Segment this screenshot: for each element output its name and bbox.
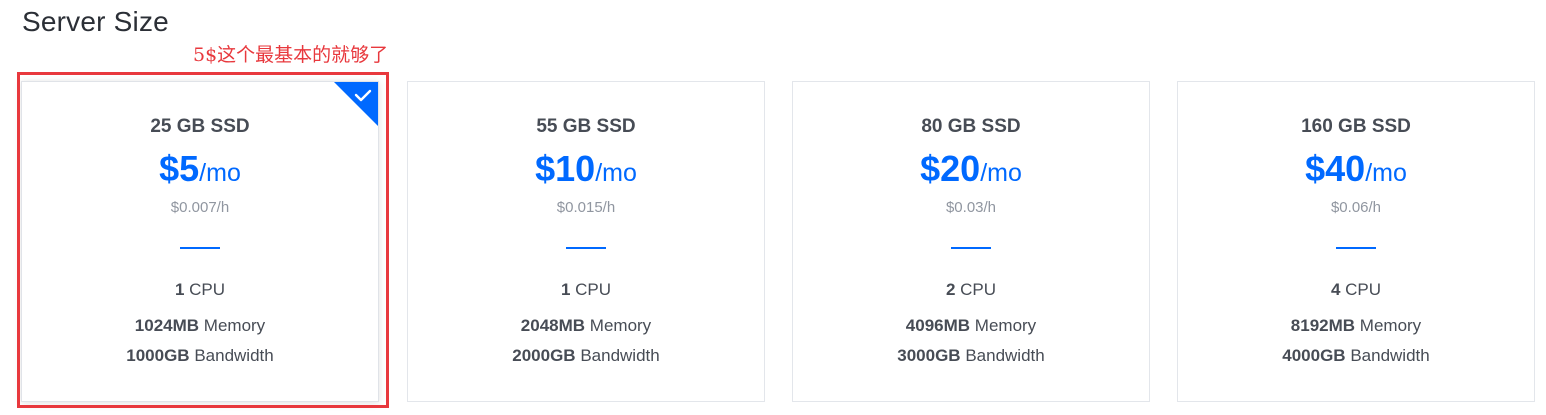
plan-price-unit: /mo: [1365, 159, 1407, 187]
plan-price-unit: /mo: [980, 159, 1022, 187]
plan-disk: 80 GB SSD: [921, 116, 1021, 137]
plan-memory-label: Memory: [970, 316, 1037, 335]
plan-memory-value: 8192MB: [1290, 316, 1356, 335]
plan-bandwidth-label: Bandwidth: [1345, 346, 1430, 365]
plan-hourly-price: $0.06/h: [1330, 199, 1382, 216]
plan-price: $5/mo: [22, 148, 378, 190]
plan-price-unit: /mo: [595, 159, 637, 187]
plan-cpu: 2 CPU: [793, 280, 1149, 300]
plan-cpu-count: 2: [945, 280, 956, 299]
plan-hourly-price: $0.015/h: [556, 199, 616, 216]
plan-memory-value: 1024MB: [134, 316, 200, 335]
plan-disk: 55 GB SSD: [536, 116, 636, 137]
plan-memory: 1024MB Memory: [22, 316, 378, 336]
plan-cpu-label: CPU: [184, 280, 226, 299]
plan-bandwidth: 3000GB Bandwidth: [793, 346, 1149, 366]
plan-card-list: 25 GB SSD $5/mo $0.007/h 1 CPU 1024MB Me…: [0, 0, 1546, 415]
plan-bandwidth: 4000GB Bandwidth: [1178, 346, 1534, 366]
plan-card[interactable]: 55 GB SSD $10/mo $0.015/h 1 CPU 2048MB M…: [407, 81, 765, 402]
plan-divider: [1336, 247, 1376, 249]
plan-memory-value: 2048MB: [520, 316, 586, 335]
plan-divider: [951, 247, 991, 249]
plan-price-amount: $20: [920, 148, 981, 189]
plan-bandwidth-label: Bandwidth: [575, 346, 660, 365]
plan-price: $20/mo: [793, 148, 1149, 190]
plan-cpu: 1 CPU: [408, 280, 764, 300]
plan-cpu: 1 CPU: [22, 280, 378, 300]
plan-bandwidth: 2000GB Bandwidth: [408, 346, 764, 366]
plan-cpu: 4 CPU: [1178, 280, 1534, 300]
plan-price-amount: $40: [1305, 148, 1366, 189]
plan-memory-label: Memory: [199, 316, 266, 335]
plan-price-unit: /mo: [199, 159, 241, 187]
plan-bandwidth-value: 2000GB: [512, 346, 576, 365]
plan-cpu-count: 4: [1330, 280, 1341, 299]
plan-price: $10/mo: [408, 148, 764, 190]
plan-memory-label: Memory: [1355, 316, 1422, 335]
plan-card[interactable]: 80 GB SSD $20/mo $0.03/h 2 CPU 4096MB Me…: [792, 81, 1150, 402]
plan-memory-value: 4096MB: [905, 316, 971, 335]
plan-bandwidth: 1000GB Bandwidth: [22, 346, 378, 366]
plan-price-amount: $10: [535, 148, 596, 189]
plan-bandwidth-value: 3000GB: [897, 346, 961, 365]
plan-price-amount: $5: [159, 148, 200, 189]
plan-cpu-label: CPU: [570, 280, 612, 299]
plan-card[interactable]: 160 GB SSD $40/mo $0.06/h 4 CPU 8192MB M…: [1177, 81, 1535, 402]
plan-bandwidth-label: Bandwidth: [960, 346, 1045, 365]
plan-cpu-label: CPU: [955, 280, 997, 299]
server-size-section: Server Size 5$这个最基本的就够了 25 GB SSD $5/mo …: [0, 0, 1546, 415]
plan-memory: 8192MB Memory: [1178, 316, 1534, 336]
plan-hourly-price: $0.007/h: [170, 199, 230, 216]
plan-cpu-label: CPU: [1340, 280, 1382, 299]
plan-card-selected[interactable]: 25 GB SSD $5/mo $0.007/h 1 CPU 1024MB Me…: [21, 81, 379, 402]
plan-bandwidth-value: 4000GB: [1282, 346, 1346, 365]
plan-memory: 2048MB Memory: [408, 316, 764, 336]
plan-memory-label: Memory: [585, 316, 652, 335]
plan-cpu-count: 1: [174, 280, 185, 299]
plan-cpu-count: 1: [560, 280, 571, 299]
plan-hourly-price: $0.03/h: [945, 199, 997, 216]
plan-price: $40/mo: [1178, 148, 1534, 190]
plan-bandwidth-label: Bandwidth: [189, 346, 274, 365]
plan-disk: 25 GB SSD: [150, 116, 250, 137]
plan-divider: [566, 247, 606, 249]
plan-disk: 160 GB SSD: [1301, 116, 1411, 137]
plan-memory: 4096MB Memory: [793, 316, 1149, 336]
plan-bandwidth-value: 1000GB: [126, 346, 190, 365]
plan-divider: [180, 247, 220, 249]
